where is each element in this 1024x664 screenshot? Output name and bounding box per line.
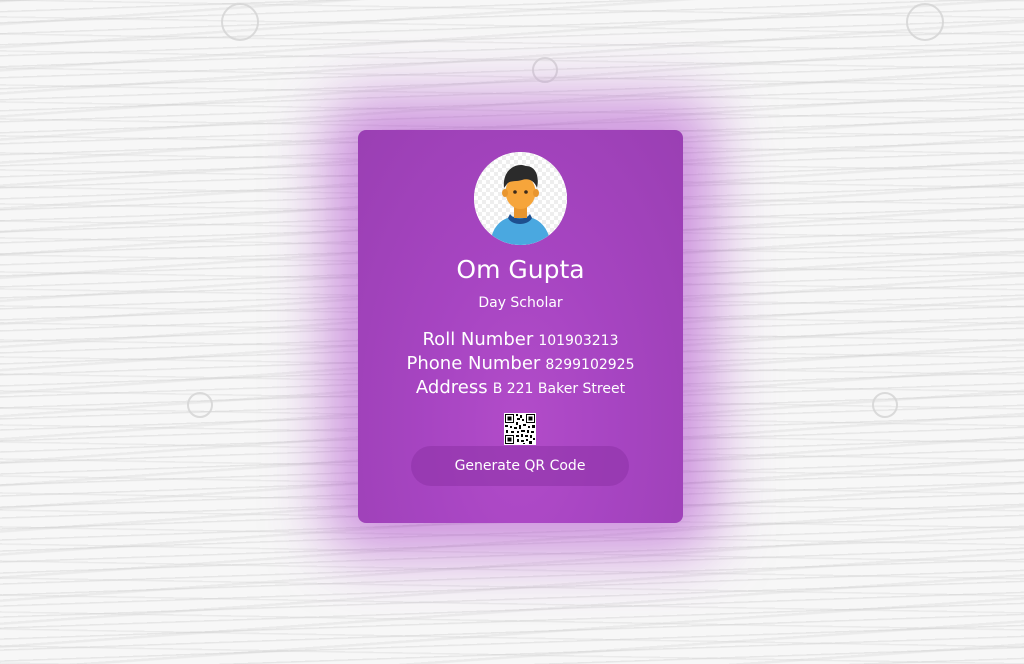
qr-code-icon — [504, 413, 536, 445]
roll-number-value: 101903213 — [538, 333, 619, 349]
profile-name: Om Gupta — [456, 255, 585, 284]
phone-number-value: 8299102925 — [545, 357, 635, 373]
phone-number-label: Phone Number — [406, 353, 541, 374]
address-value: B 221 Baker Street — [492, 381, 626, 397]
phone-number-row: Phone Number 8299102925 — [358, 352, 683, 377]
roll-number-row: Roll Number 101903213 — [358, 328, 683, 353]
address-label: Address — [415, 377, 488, 398]
user-avatar-icon — [474, 152, 567, 245]
generate-qr-button[interactable]: Generate QR Code — [411, 446, 629, 486]
address-row: Address B 221 Baker Street — [358, 376, 683, 401]
roll-number-label: Roll Number — [422, 329, 534, 350]
profile-card: Om Gupta Day Scholar Roll Number 1019032… — [358, 130, 683, 523]
profile-role: Day Scholar — [478, 295, 563, 311]
